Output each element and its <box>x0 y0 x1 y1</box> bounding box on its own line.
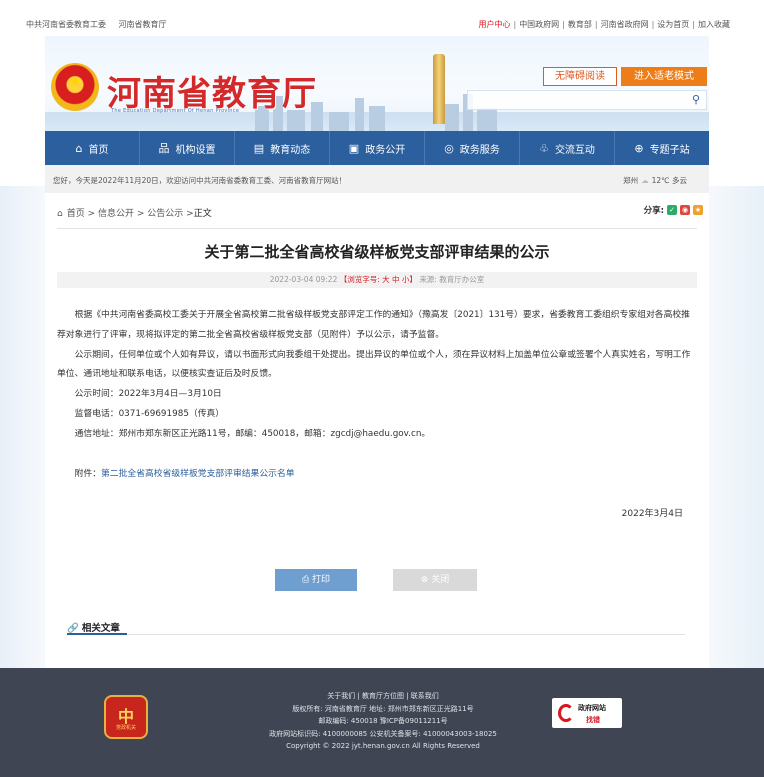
main-nav: ⌂ 首页 品机构设置 ▤ 教育动态 ▣ 政务公开 ◎ 政务服务 ♧ 交流互动 ⊕ 专题子站 <box>45 131 709 165</box>
nav-label: 专题子站 <box>649 144 690 156</box>
nav-item-news[interactable]: ▤ 教育动态 <box>235 131 330 165</box>
org-icon: 品 <box>158 142 170 155</box>
close-button[interactable]: ⊗ 关闭 <box>393 569 477 591</box>
error-report-icon <box>558 704 574 722</box>
china-gov-link[interactable]: 中国政府网 <box>519 20 559 29</box>
home-icon[interactable]: ⌂ <box>57 209 63 219</box>
article-date: 2022-03-04 09:22 <box>269 275 338 284</box>
footer-links[interactable]: 关于我们 | 教育厅方位图 | 联系我们 <box>228 690 538 703</box>
gov-mark-sub: 找错 <box>586 716 600 724</box>
article-meta: 2022-03-04 09:22 【浏览字号: 大 中 小】 来源: 教育厅办公… <box>57 272 697 288</box>
attachment-link[interactable]: 第二批全省高校省级样板党支部评审结果公示名单 <box>101 469 295 479</box>
article-paragraph: 公示期间，任何单位或个人如有异议，请以书面形式向我委组干处提出。提出异议的单位或… <box>57 349 691 380</box>
article-title: 关于第二批全省高校省级样板党支部评审结果的公示 <box>204 243 550 261</box>
chat-icon: ♧ <box>539 141 549 155</box>
related-underline <box>67 633 127 635</box>
weibo-share-icon[interactable]: ◉ <box>680 205 690 215</box>
article-panel: ⌂ 首页 > 信息公开 > 公告公示 >正文 分享: ✓ ◉ ★ 关于第二批全省高… <box>45 193 709 660</box>
side-background-right <box>709 186 764 686</box>
footer-site-id: 政府网站标识码: 4100000085 公安机关备案号: 41000043003… <box>269 729 497 738</box>
gov-mark-title: 政府网站 <box>578 704 606 712</box>
article-body: 根据《中共河南省委高校工委关于开展全省高校第二批省级样板党支部评定工作的通知》（… <box>57 306 697 484</box>
top-link-party-committee[interactable]: 中共河南省委教育工委 <box>26 20 106 29</box>
attachment-line: 附件：第二批全省高校省级样板党支部评审结果公示名单 <box>57 465 697 485</box>
breadcrumb-home[interactable]: 首页 <box>67 209 85 219</box>
weather-city: 郑州 <box>623 176 639 185</box>
set-homepage-link[interactable]: 设为首页 <box>657 20 689 29</box>
top-link-education-dept[interactable]: 河南省教育厅 <box>119 20 167 29</box>
nav-label: 首页 <box>88 144 109 156</box>
related-articles-heading: 🔗 相关文章 <box>67 620 120 634</box>
site-footer: 中 党政机关 关于我们 | 教育厅方位图 | 联系我们 版权所有: 河南省教育厅… <box>0 668 764 777</box>
qzone-share-icon[interactable]: ★ <box>693 205 703 215</box>
footer-copyright-owner: 版权所有: 河南省教育厅 地址: 郑州市郑东新区正光路11号 <box>292 704 474 713</box>
article-paragraph: 根据《中共河南省委高校工委关于开展全省高校第二批省级样板党支部评定工作的通知》（… <box>57 310 690 340</box>
cloud-icon: ☁ <box>641 176 649 185</box>
weather-temp: 12℃ 多云 <box>651 176 687 185</box>
print-label: 打印 <box>312 575 331 585</box>
service-icon: ◎ <box>444 141 454 155</box>
breadcrumb: ⌂ 首页 > 信息公开 > 公告公示 >正文 <box>57 209 212 219</box>
article-paragraph: 监督电话：0371-69691985（传真） <box>74 408 225 419</box>
close-icon: ⊗ <box>420 575 429 585</box>
home-icon: ⌂ <box>75 141 83 155</box>
breadcrumb-info-public[interactable]: 信息公开 <box>98 209 134 219</box>
nav-label: 政务服务 <box>459 144 500 156</box>
wechat-share-icon[interactable]: ✓ <box>667 205 677 215</box>
share-bar: 分享: ✓ ◉ ★ <box>644 204 703 216</box>
breadcrumb-announcements[interactable]: 公告公示 <box>147 209 183 219</box>
search-icon[interactable]: ⚲ <box>692 93 700 106</box>
accessible-reading-button[interactable]: 无障碍阅读 <box>543 67 617 86</box>
header-banner: ★ 河南省教育厅 The Education Department Of Hen… <box>45 36 709 131</box>
article-paragraph: 公示时间：2022年3月4日—3月10日 <box>74 389 222 400</box>
nav-item-services[interactable]: ◎ 政务服务 <box>425 131 520 165</box>
welcome-text: 您好，今天是2022年11月20日，欢迎访问中共河南省委教育工委、河南省教育厅网… <box>53 176 347 185</box>
nav-item-topics[interactable]: ⊕ 专题子站 <box>615 131 709 165</box>
nav-label: 交流互动 <box>554 144 595 156</box>
nav-item-home[interactable]: ⌂ 首页 <box>45 131 140 165</box>
nav-label: 教育动态 <box>270 144 311 156</box>
landmark-tower-image <box>433 54 445 124</box>
nav-item-gov-affairs[interactable]: ▣ 政务公开 <box>330 131 425 165</box>
print-button[interactable]: ⎙ 打印 <box>275 569 357 591</box>
top-bar-left: 中共河南省委教育工委 河南省教育厅 <box>26 19 177 30</box>
moe-link[interactable]: 教育部 <box>568 20 592 29</box>
weather-widget: 郑州 ☁ 12℃ 多云 <box>623 175 687 186</box>
share-label: 分享: <box>643 206 664 216</box>
footer-copyright: Copyright © 2022 jyt.henan.gov.cn All Ri… <box>286 742 480 751</box>
badge-text: 党政机关 <box>115 725 136 731</box>
nav-label: 机构设置 <box>175 144 216 156</box>
article-source: 来源: 教育厅办公室 <box>419 275 485 284</box>
related-divider <box>67 634 685 635</box>
nav-item-organization[interactable]: 品机构设置 <box>140 131 235 165</box>
national-emblem-icon: ★ <box>51 63 99 111</box>
nav-label: 政务公开 <box>365 144 406 156</box>
attachment-label: 附件： <box>74 468 101 479</box>
article-paragraph: 通信地址：郑州市郑东新区正光路11号，邮编：450018，邮箱：zgcdj@ha… <box>74 428 431 439</box>
close-label: 关闭 <box>431 575 450 585</box>
article-sign-date: 2022年3月4日 <box>621 509 683 519</box>
add-favorite-link[interactable]: 加入收藏 <box>698 20 730 29</box>
user-center-link[interactable]: 用户中心 <box>478 20 510 29</box>
nav-item-interaction[interactable]: ♧ 交流互动 <box>520 131 615 165</box>
printer-icon: ⎙ <box>301 575 310 585</box>
footer-info: 关于我们 | 教育厅方位图 | 联系我们 版权所有: 河南省教育厅 地址: 郑州… <box>228 690 538 753</box>
site-logo-subtitle: The Education Department Of Henan Provin… <box>111 108 240 114</box>
search-input[interactable]: ⚲ <box>467 90 707 110</box>
welcome-bar: 您好，今天是2022年11月20日，欢迎访问中共河南省委教育工委、河南省教育厅网… <box>45 165 709 193</box>
divider <box>57 228 697 229</box>
gov-site-error-report-button[interactable]: 政府网站 找错 <box>552 698 622 728</box>
topic-icon: ⊕ <box>634 141 644 155</box>
side-background-left <box>0 186 45 686</box>
gov-icon: ▣ <box>348 141 360 155</box>
party-gov-badge-icon[interactable]: 中 党政机关 <box>104 695 148 739</box>
footer-postcode-icp: 邮政编码: 450018 豫ICP备09011211号 <box>318 717 448 726</box>
breadcrumb-current: 正文 <box>193 209 212 219</box>
news-icon: ▤ <box>253 141 265 155</box>
henan-gov-link[interactable]: 河南省政府网 <box>601 20 649 29</box>
elder-mode-button[interactable]: 进入适老模式 <box>621 67 707 86</box>
top-bar-right: 用户中心 | 中国政府网 | 教育部 | 河南省政府网 | 设为首页 | 加入收藏 <box>478 20 730 29</box>
top-bar: 中共河南省委教育工委 河南省教育厅 用户中心 | 中国政府网 | 教育部 | 河南省政府网 |… <box>0 0 764 40</box>
font-size-selector[interactable]: 【浏览字号: 大 中 小】 <box>340 275 417 284</box>
